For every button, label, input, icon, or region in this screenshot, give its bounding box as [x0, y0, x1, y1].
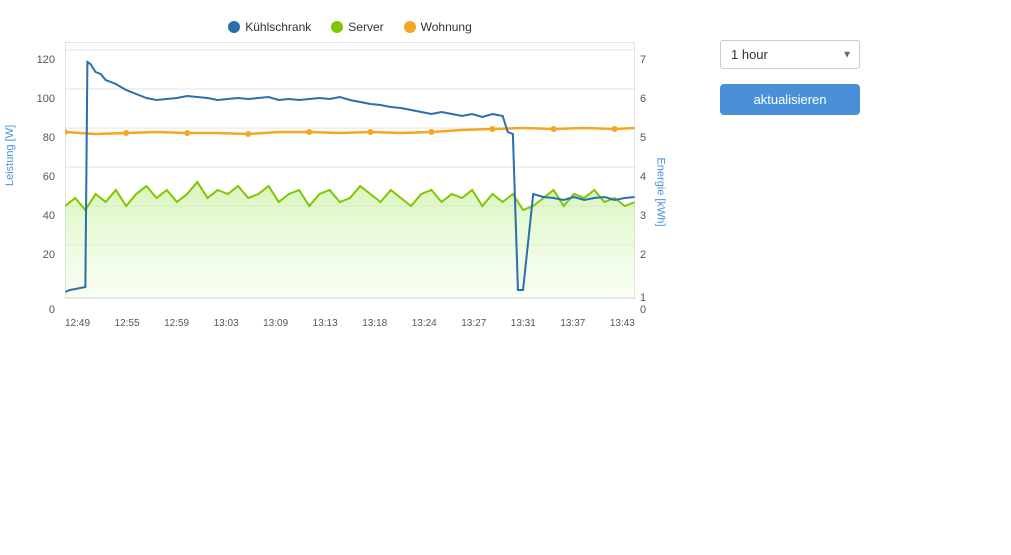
x-label-7: 13:24: [412, 318, 437, 329]
legend-dot-kuehlschrank: [228, 21, 240, 33]
x-label-1: 12:55: [115, 318, 140, 329]
x-label-0: 12:49: [65, 318, 90, 329]
x-label-3: 13:03: [214, 318, 239, 329]
legend-dot-wohnung: [404, 21, 416, 33]
svg-text:0: 0: [640, 304, 646, 316]
legend-item-server: Server: [331, 20, 383, 34]
x-label-10: 13:37: [560, 318, 585, 329]
svg-text:3: 3: [640, 210, 646, 222]
legend-label-server: Server: [348, 20, 383, 34]
chart-svg: [65, 42, 635, 312]
chart-svg-container: 12:49 12:55 12:59 13:03 13:09 13:13 13:1…: [65, 42, 635, 329]
svg-text:2: 2: [640, 249, 646, 261]
controls-panel: 1 hour 6 hours 12 hours 24 hours ▼ aktua…: [690, 20, 860, 535]
x-label-8: 13:27: [461, 318, 486, 329]
legend-label-kuehlschrank: Kühlschrank: [245, 20, 311, 34]
svg-text:40: 40: [43, 210, 55, 222]
svg-text:7: 7: [640, 54, 646, 66]
x-label-5: 13:13: [313, 318, 338, 329]
legend-item-wohnung: Wohnung: [404, 20, 472, 34]
y-axis-left-label: Leistung [W]: [4, 124, 16, 185]
svg-text:100: 100: [37, 93, 55, 105]
y-axis-left-ticks: 120 100 80 60 40 20 0: [25, 51, 60, 321]
legend-label-wohnung: Wohnung: [421, 20, 472, 34]
time-range-dropdown[interactable]: 1 hour 6 hours 12 hours 24 hours: [720, 40, 860, 69]
aktualisieren-button[interactable]: aktualisieren: [720, 84, 860, 115]
svg-text:5: 5: [640, 132, 646, 144]
x-label-9: 13:31: [511, 318, 536, 329]
svg-text:60: 60: [43, 171, 55, 183]
chart-legend: Kühlschrank Server Wohnung: [10, 20, 690, 34]
svg-text:1: 1: [640, 292, 646, 304]
svg-text:80: 80: [43, 132, 55, 144]
svg-text:6: 6: [640, 93, 646, 105]
x-axis-labels: 12:49 12:55 12:59 13:03 13:09 13:13 13:1…: [65, 315, 635, 329]
x-label-6: 13:18: [362, 318, 387, 329]
time-range-dropdown-wrapper: 1 hour 6 hours 12 hours 24 hours ▼: [720, 40, 860, 69]
svg-text:120: 120: [37, 54, 55, 66]
x-label-2: 12:59: [164, 318, 189, 329]
x-label-4: 13:09: [263, 318, 288, 329]
legend-dot-server: [331, 21, 343, 33]
legend-item-kuehlschrank: Kühlschrank: [228, 20, 311, 34]
svg-text:20: 20: [43, 249, 55, 261]
y-axis-right-label: Energie [kWh]: [654, 157, 666, 226]
x-label-11: 13:43: [610, 318, 635, 329]
svg-text:4: 4: [640, 171, 646, 183]
svg-text:0: 0: [49, 304, 55, 316]
